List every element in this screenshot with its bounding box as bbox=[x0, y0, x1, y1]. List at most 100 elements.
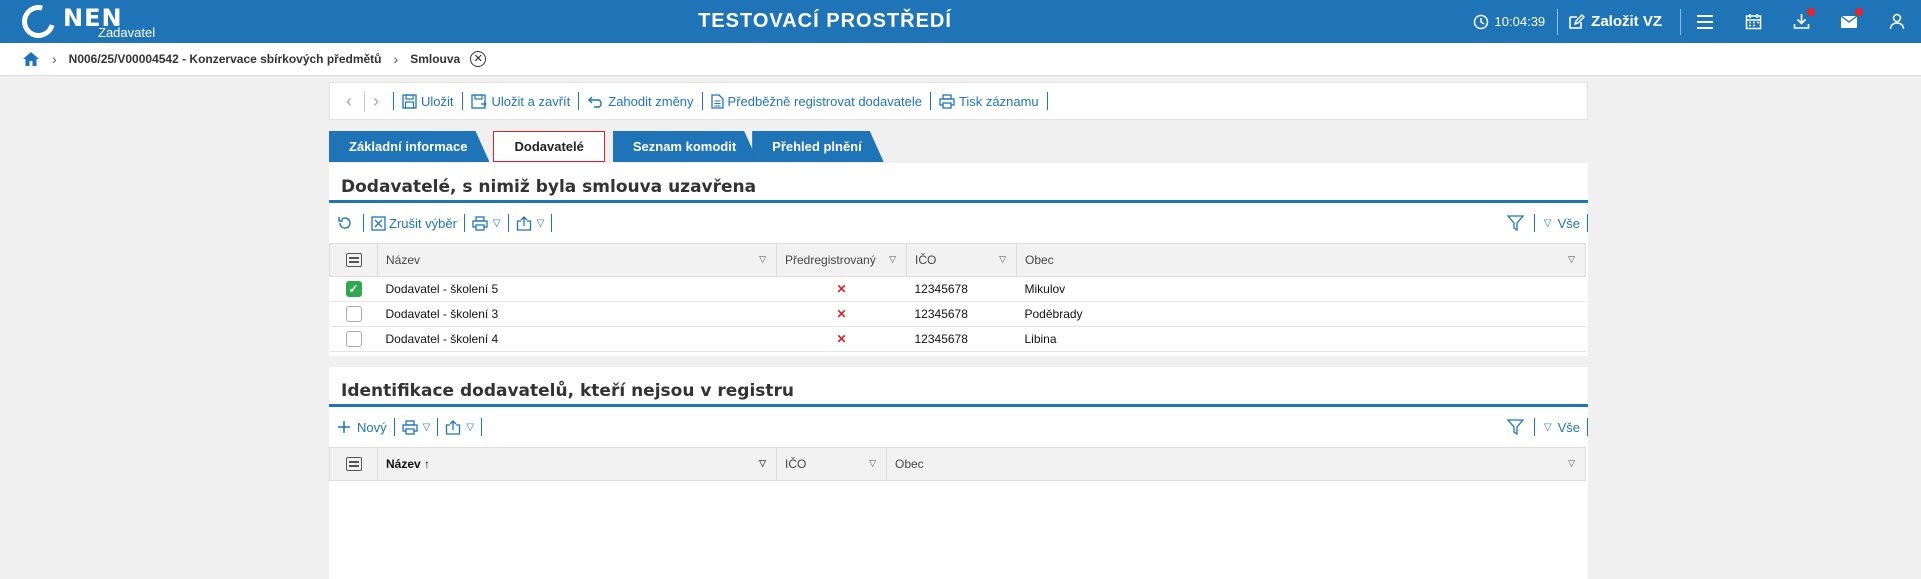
grid-toolbar: Zrušit výběr ▽ ▽ ▽ Vše bbox=[329, 203, 1588, 243]
sort-triangle-icon[interactable]: ▽ bbox=[759, 458, 766, 469]
dropdown-triangle-icon: ▽ bbox=[492, 217, 501, 229]
breadcrumb-contract: Smlouva bbox=[410, 52, 461, 66]
printer-icon bbox=[472, 215, 488, 231]
column-header-city[interactable]: Obec ▽ bbox=[1016, 243, 1586, 277]
printer-icon bbox=[401, 419, 418, 435]
column-header-ico[interactable]: IČO ▽ bbox=[906, 243, 1017, 277]
download-icon bbox=[1793, 14, 1809, 29]
sort-triangle-icon[interactable]: ▽ bbox=[889, 254, 896, 265]
save-icon bbox=[402, 93, 417, 109]
column-header-city[interactable]: Obec ▽ bbox=[886, 447, 1586, 481]
row-checkbox[interactable] bbox=[345, 306, 362, 322]
preregister-label: Předběžně registrovat dodavatele bbox=[727, 93, 922, 109]
column-header-ico[interactable]: IČO ▽ bbox=[776, 447, 887, 481]
print-dropdown[interactable]: ▽ bbox=[472, 215, 501, 231]
next-arrow-icon[interactable]: › bbox=[364, 90, 379, 112]
dropdown-triangle-icon: ▽ bbox=[1543, 217, 1552, 229]
discard-label: Zahodit změny bbox=[608, 93, 694, 109]
save-button[interactable]: Uložit bbox=[402, 94, 454, 109]
table-row[interactable]: ✓ Dodavatel - školení 5 ✕ 12345678 Mikul… bbox=[329, 276, 1586, 302]
new-button[interactable]: Nový bbox=[337, 420, 387, 435]
dropdown-triangle-icon: ▽ bbox=[466, 421, 475, 433]
export-dropdown[interactable]: ▽ bbox=[516, 215, 545, 231]
unregistered-suppliers-panel: Identifikace dodavatelů, kteří nejsou v … bbox=[329, 367, 1588, 579]
column-settings-header[interactable] bbox=[329, 447, 378, 481]
contracted-suppliers-table: Název ▽ Předregistrovaný ▽ IČO ▽ Obec ▽ ✓ Do… bbox=[329, 243, 1586, 352]
divider bbox=[1046, 92, 1048, 110]
clear-selection-button[interactable]: Zrušit výběr bbox=[371, 216, 457, 231]
unregistered-suppliers-table: Název ↑ ▽ IČO ▽ Obec ▽ bbox=[329, 447, 1586, 481]
user-button[interactable] bbox=[1873, 0, 1921, 43]
print-record-button[interactable]: Tisk záznamu bbox=[939, 94, 1039, 109]
chevron-right-icon: › bbox=[52, 51, 57, 67]
divider bbox=[1533, 418, 1535, 436]
print-label: Tisk záznamu bbox=[958, 93, 1039, 109]
sort-triangle-icon[interactable]: ▽ bbox=[1568, 254, 1575, 265]
home-icon[interactable] bbox=[22, 51, 40, 67]
supplier-name: Dodavatel - školení 4 bbox=[377, 326, 777, 352]
discard-changes-button[interactable]: Zahodit změny bbox=[587, 93, 694, 109]
clock-time: 10:04:39 bbox=[1494, 14, 1546, 29]
divider bbox=[1587, 418, 1588, 436]
sort-triangle-icon[interactable]: ▽ bbox=[999, 254, 1006, 265]
dropdown-triangle-icon: ▽ bbox=[1543, 421, 1552, 433]
sort-triangle-icon[interactable]: ▽ bbox=[759, 254, 766, 265]
calendar-button[interactable] bbox=[1729, 0, 1777, 43]
export-dropdown[interactable]: ▽ bbox=[445, 419, 475, 435]
print-dropdown[interactable]: ▽ bbox=[401, 419, 430, 435]
downloads-button[interactable] bbox=[1777, 0, 1825, 43]
export-icon bbox=[516, 215, 531, 231]
filter-icon bbox=[1506, 419, 1524, 435]
divider bbox=[393, 92, 394, 110]
new-label: Nový bbox=[357, 419, 387, 435]
action-toolbar: ‹ › Uložit Uložit a zavřít Zahodit změny… bbox=[329, 82, 1588, 120]
tab-suppliers[interactable]: Dodavatelé bbox=[493, 131, 605, 162]
column-header-name[interactable]: Název ↑ ▽ bbox=[377, 447, 777, 481]
preregister-supplier-button[interactable]: Předběžně registrovat dodavatele bbox=[710, 93, 922, 109]
divider bbox=[551, 214, 553, 232]
table-row[interactable]: Dodavatel - školení 4 ✕ 12345678 Libina bbox=[329, 326, 1586, 352]
environment-title: TESTOVACÍ PROSTŘEDÍ bbox=[698, 10, 952, 32]
refresh-button[interactable] bbox=[337, 215, 356, 231]
contracted-suppliers-panel: Dodavatelé, s nimiž byla smlouva uzavřen… bbox=[329, 163, 1588, 356]
breadcrumb-tender[interactable]: N006/25/V00004542 - Konzervace sbírkovýc… bbox=[69, 52, 382, 66]
divider bbox=[1533, 214, 1535, 232]
breadcrumb: › N006/25/V00004542 - Konzervace sbírkov… bbox=[0, 43, 1921, 76]
close-icon[interactable]: ✕ bbox=[470, 51, 487, 67]
create-tender-button[interactable]: Založit VZ bbox=[1558, 13, 1680, 30]
sort-triangle-icon[interactable]: ▽ bbox=[1568, 458, 1575, 469]
menu-button[interactable] bbox=[1681, 0, 1729, 43]
save-close-label: Uložit a zavřít bbox=[491, 93, 571, 109]
not-preregistered-icon: ✕ bbox=[776, 326, 907, 352]
divider bbox=[463, 214, 465, 232]
save-close-button[interactable]: Uložit a zavřít bbox=[470, 93, 571, 109]
row-checkbox[interactable] bbox=[345, 331, 362, 347]
printer-icon bbox=[939, 93, 955, 109]
filter-button[interactable] bbox=[1506, 419, 1527, 435]
previous-arrow-icon[interactable]: ‹ bbox=[346, 91, 352, 112]
divider bbox=[578, 92, 580, 110]
view-all-dropdown[interactable]: ▽ Vše bbox=[1542, 216, 1580, 231]
table-row[interactable]: Dodavatel - školení 3 ✕ 12345678 Poděbra… bbox=[329, 301, 1586, 327]
column-settings-header[interactable] bbox=[329, 243, 378, 277]
user-icon bbox=[1889, 13, 1905, 30]
filter-button[interactable] bbox=[1506, 215, 1527, 231]
create-tender-label: Založit VZ bbox=[1591, 13, 1662, 30]
save-label: Uložit bbox=[421, 93, 454, 109]
notification-badge bbox=[1855, 8, 1863, 16]
messages-button[interactable] bbox=[1825, 0, 1873, 43]
menu-icon bbox=[1697, 14, 1713, 29]
column-header-preregistered[interactable]: Předregistrovaný ▽ bbox=[776, 243, 907, 277]
supplier-ico: 12345678 bbox=[906, 301, 1017, 327]
undo-icon bbox=[588, 96, 603, 108]
tab-commodities[interactable]: Seznam komodit bbox=[613, 131, 758, 162]
divider bbox=[481, 418, 483, 436]
tab-basic-info[interactable]: Základní informace bbox=[329, 131, 489, 162]
dropdown-triangle-icon: ▽ bbox=[536, 217, 545, 229]
row-checkbox-checked[interactable]: ✓ bbox=[345, 281, 362, 297]
view-all-dropdown[interactable]: ▽ Vše bbox=[1542, 420, 1580, 435]
tab-performance[interactable]: Přehled plnění bbox=[752, 131, 884, 162]
column-header-name[interactable]: Název ▽ bbox=[377, 243, 777, 277]
sort-triangle-icon[interactable]: ▽ bbox=[869, 458, 876, 469]
save-close-icon bbox=[470, 93, 487, 109]
